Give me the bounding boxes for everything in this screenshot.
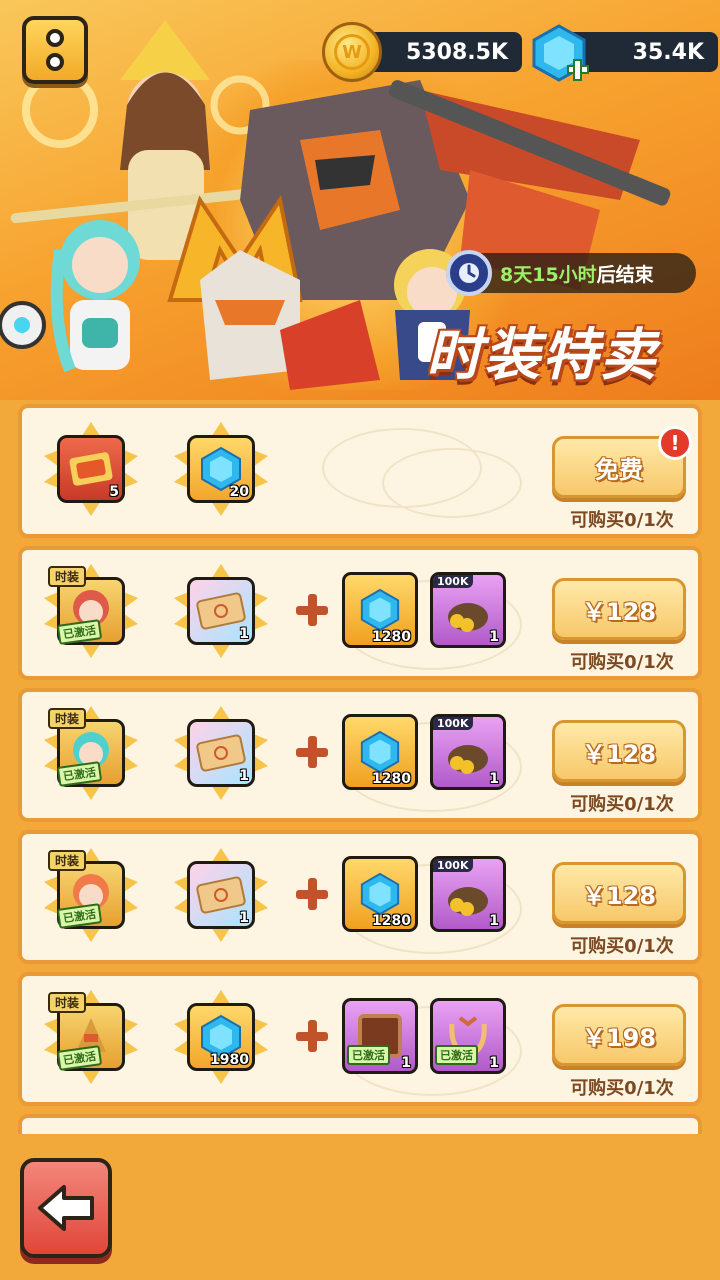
coin-bag[interactable]: 100K 1 [430, 572, 506, 648]
plus-icon [294, 876, 330, 912]
menu-dot-icon [46, 29, 64, 47]
crest-item[interactable]: 已激活 1 [430, 998, 506, 1074]
coin-bag-icon [448, 603, 488, 632]
menu-dot-icon [46, 53, 64, 71]
plus-icon [294, 592, 330, 628]
gem-icon [360, 872, 400, 916]
reward-slot[interactable]: 1 [174, 706, 268, 800]
purchase-limit: 可购买0/1次 [570, 1078, 674, 1099]
reward-slot[interactable]: 1980 [174, 990, 268, 1084]
coin-bag[interactable]: 100K 1 [430, 714, 506, 790]
gem-bundle[interactable]: 1280 [342, 714, 418, 790]
timer-remaining: 8天15小时 [500, 263, 597, 286]
buy-button[interactable]: ￥128 [552, 862, 686, 924]
coin-bag-icon [448, 887, 488, 916]
offer-row-partial [18, 1114, 702, 1134]
buy-button[interactable]: ￥198 [552, 1004, 686, 1066]
purchase-limit: 可购买0/1次 [570, 936, 674, 957]
offer-row-skin-3: 时装 已激活 1 1280 100K 1 ￥128 可购买0/1次 [18, 830, 702, 964]
skin-tag: 时装 [48, 566, 87, 587]
skin-ticket-icon [196, 592, 246, 630]
gem-amount: 35.4K [632, 39, 704, 65]
gold-coin-icon: W [322, 22, 382, 82]
event-timer: 8天15小时 后结束 [446, 250, 696, 296]
offer-row-free: 5 20 免费 ! 可购买0/1次 [18, 404, 702, 538]
coin-bag[interactable]: 100K 1 [430, 856, 506, 932]
reward-slot[interactable]: 1 [174, 848, 268, 942]
skin-tag: 时装 [48, 992, 87, 1013]
purchase-limit: 可购买0/1次 [570, 510, 674, 531]
skin-ticket-icon [196, 734, 246, 772]
reward-slot[interactable]: 20 [174, 422, 268, 516]
skin-tag: 时装 [48, 850, 87, 871]
gem-icon [360, 730, 400, 774]
reward-slot[interactable]: 5 [44, 422, 138, 516]
gem-bundle[interactable]: 1280 [342, 856, 418, 932]
skin-tag: 时装 [48, 708, 87, 729]
skin-slot[interactable]: 时装 已激活 [44, 990, 138, 1084]
page-title: 时装特卖 [426, 323, 658, 388]
offer-list[interactable]: 5 20 免费 ! 可购买0/1次 时装 已激活 1 1280 100K 1 ￥… [18, 400, 702, 1134]
gem-bundle[interactable]: 1280 [342, 572, 418, 648]
gem-icon [360, 588, 400, 632]
buy-button[interactable]: ￥128 [552, 578, 686, 640]
gem-plus-icon[interactable] [528, 22, 590, 84]
skin-slot[interactable]: 时装 已激活 [44, 564, 138, 658]
coin-bag-icon [448, 745, 488, 774]
menu-button[interactable] [22, 16, 88, 84]
offer-row-skin-4: 时装 已激活 1980 已激活 1 已激活 1 ￥198 可购买0/1次 [18, 972, 702, 1106]
offer-row-skin-1: 时装 已激活 1 1280 100K 1 ￥128 可购买0/1次 [18, 546, 702, 680]
timer-suffix: 后结束 [596, 263, 654, 286]
clock-icon [446, 250, 492, 296]
back-arrow-icon [38, 1185, 94, 1231]
purchase-limit: 可购买0/1次 [570, 652, 674, 673]
offer-row-skin-2: 时装 已激活 1 1280 100K 1 ￥128 可购买0/1次 [18, 688, 702, 822]
skin-slot[interactable]: 时装 已激活 [44, 848, 138, 942]
purchase-limit: 可购买0/1次 [570, 794, 674, 815]
back-button[interactable] [20, 1158, 112, 1258]
ticket-red-icon [69, 452, 113, 486]
alert-icon: ! [658, 426, 692, 460]
gold-amount: 5308.5K [406, 39, 508, 65]
plus-icon [294, 734, 330, 770]
skin-slot[interactable]: 时装 已激活 [44, 706, 138, 800]
reward-slot[interactable]: 1 [174, 564, 268, 658]
skin-ticket-icon [196, 876, 246, 914]
plus-icon [294, 1018, 330, 1054]
buy-button[interactable]: ￥128 [552, 720, 686, 782]
avatar-frame-item[interactable]: 已激活 1 [342, 998, 418, 1074]
